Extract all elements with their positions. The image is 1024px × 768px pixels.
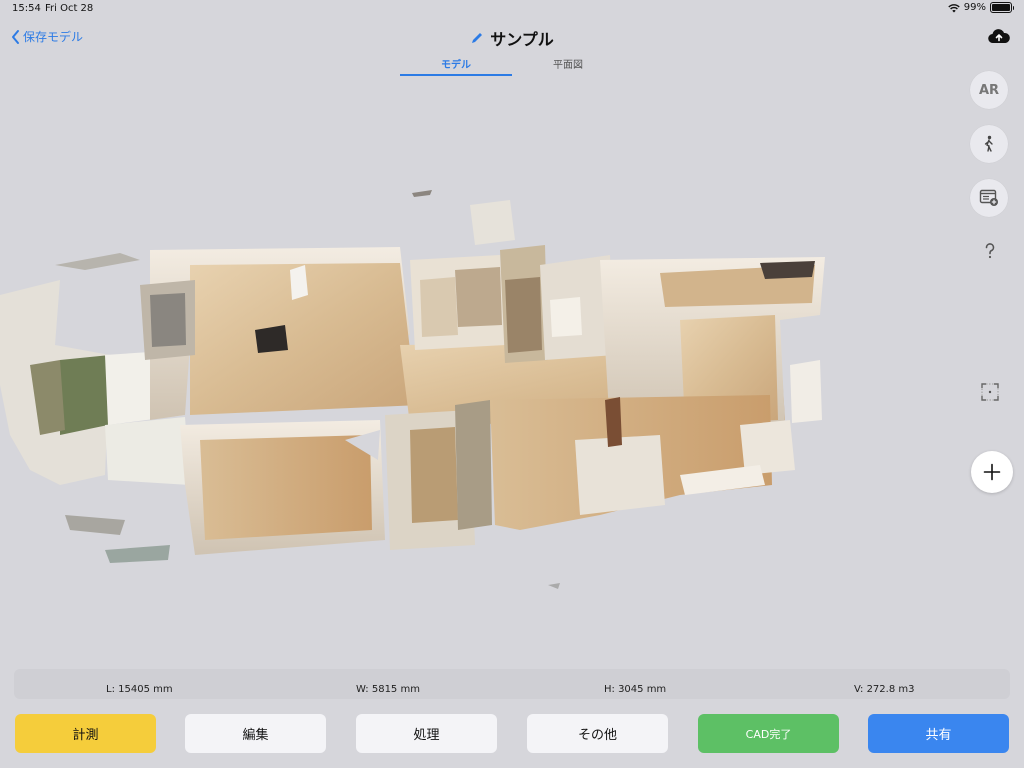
help-icon[interactable] xyxy=(980,241,1000,261)
process-button[interactable]: 処理 xyxy=(356,714,497,753)
measure-button[interactable]: 計測 xyxy=(15,714,156,753)
status-bar: 15:54 Fri Oct 28 99% xyxy=(0,0,1024,18)
page-title: サンプル xyxy=(490,30,554,49)
scan-fragment xyxy=(548,583,560,589)
walk-mode-button[interactable] xyxy=(970,125,1008,163)
lower-room xyxy=(180,420,385,555)
battery-percent: 99% xyxy=(963,2,986,13)
wifi-icon xyxy=(948,3,960,12)
ar-button[interactable]: AR xyxy=(970,71,1008,109)
3d-model-view[interactable] xyxy=(0,185,830,595)
status-date: Fri Oct 28 xyxy=(45,3,94,14)
walking-person-icon xyxy=(984,135,993,152)
tab-model[interactable]: モデル xyxy=(400,55,512,76)
scan-fragment xyxy=(412,190,432,197)
add-view-button[interactable] xyxy=(970,179,1008,217)
view-tabs: モデル 平面図 xyxy=(400,55,624,77)
status-indicators: 99% xyxy=(948,2,1014,13)
pencil-icon[interactable] xyxy=(470,31,484,45)
dimension-height: H: 3045 mm xyxy=(604,684,667,695)
window-add-icon xyxy=(979,189,998,206)
add-button[interactable] xyxy=(971,451,1013,493)
plus-icon xyxy=(983,463,1001,481)
other-button[interactable]: その他 xyxy=(527,714,668,753)
dimensions-bar: L: 15405 mm W: 5815 mm H: 3045 mm V: 272… xyxy=(14,669,1010,699)
status-time: 15:54 xyxy=(12,3,41,14)
frame-center-icon[interactable] xyxy=(980,382,1000,402)
living-room xyxy=(140,247,420,420)
ar-label: AR xyxy=(978,82,1000,98)
share-button[interactable]: 共有 xyxy=(868,714,1009,753)
cad-complete-button[interactable]: CAD完了 xyxy=(698,714,839,753)
edit-button[interactable]: 編集 xyxy=(185,714,326,753)
dimension-width: W: 5815 mm xyxy=(356,684,420,695)
title-area[interactable]: サンプル xyxy=(0,26,1024,50)
battery-icon xyxy=(990,2,1014,13)
tab-floor-plan[interactable]: 平面図 xyxy=(512,55,624,77)
dimension-volume: V: 272.8 m3 xyxy=(854,684,915,695)
dimension-length: L: 15405 mm xyxy=(106,684,173,695)
cloud-upload-icon[interactable] xyxy=(988,28,1010,44)
